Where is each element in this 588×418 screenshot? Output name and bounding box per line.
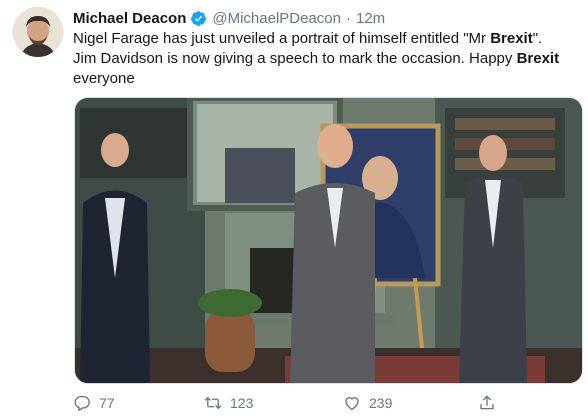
highlight-term: Brexit [490, 30, 533, 47]
avatar-image [13, 7, 63, 57]
tweet-text-line-3: everyone [73, 70, 135, 87]
text-segment: ". [532, 30, 543, 47]
highlight-term: Brexit [516, 50, 560, 67]
heart-icon [345, 397, 359, 411]
author-name[interactable]: Michael Deacon [73, 10, 186, 27]
retweet-count: 123 [230, 395, 254, 411]
share-button[interactable] [478, 392, 504, 414]
photo-illustration [75, 98, 582, 383]
reply-count: 77 [99, 395, 115, 411]
reply-icon [74, 395, 90, 411]
verified-badge-icon [191, 10, 207, 26]
author-handle[interactable]: @MichaelPDeacon [212, 10, 341, 27]
retweet-icon [204, 397, 222, 409]
like-button[interactable]: 239 [343, 392, 392, 414]
share-icon [480, 395, 494, 410]
tweet-photo[interactable] [74, 97, 583, 384]
tweet-text-line-1: Nigel Farage has just unveiled a portrai… [73, 29, 578, 49]
tweet-text-line-2: Jim Davidson is now giving a speech to m… [73, 49, 578, 69]
reply-button[interactable]: 77 [73, 392, 115, 414]
like-count: 239 [369, 395, 393, 411]
tweet-text: Nigel Farage has just unveiled a portrai… [73, 29, 578, 89]
tweet-timestamp[interactable]: 12m [356, 10, 385, 27]
separator-dot: · [346, 9, 351, 27]
text-segment: Jim Davidson is now giving a speech to m… [73, 50, 517, 67]
avatar[interactable] [13, 7, 63, 57]
text-segment: Nigel Farage has just unveiled a portrai… [73, 30, 491, 47]
retweet-button[interactable]: 123 [204, 392, 253, 414]
tweet[interactable]: Michael Deacon @MichaelPDeacon · 12m Nig… [0, 0, 588, 418]
tweet-header: Michael Deacon @MichaelPDeacon · 12m [73, 7, 385, 29]
tweet-actions: 77 123 239 [73, 392, 513, 414]
